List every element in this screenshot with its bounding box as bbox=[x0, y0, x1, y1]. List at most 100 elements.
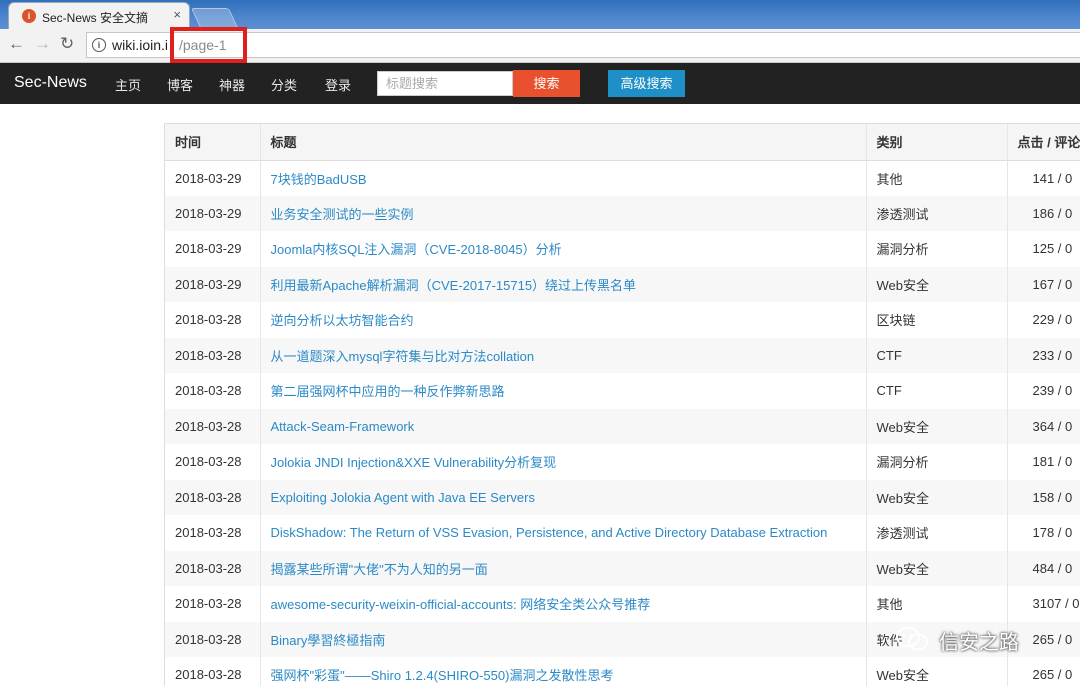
table-row: 2018-03-28 从一道题深入mysql字符集与比对方法collation CT… bbox=[165, 337, 1080, 373]
table-row: 2018-03-29 利用最新Apache解析漏洞（CVE-2017-15715）… bbox=[165, 266, 1080, 302]
row-title-link[interactable]: 强网杯"彩蛋"——Shiro 1.2.4(SHIRO-550)漏洞之发散性思考 bbox=[271, 668, 614, 683]
row-clicks: 229 / 0 bbox=[1007, 302, 1080, 338]
forward-arrow-icon[interactable]: → bbox=[34, 34, 51, 54]
row-title-link[interactable]: Binary學習終極指南 bbox=[271, 633, 386, 648]
table-header-row: 时间 标题 类别 点击 / 评论 bbox=[165, 124, 1080, 161]
row-title-cell: DiskShadow: The Return of VSS Evasion, P… bbox=[260, 515, 867, 551]
row-date: 2018-03-28 bbox=[165, 479, 261, 515]
row-title-cell: Attack-Seam-Framework bbox=[260, 408, 867, 444]
browser-tab[interactable]: i Sec-News 安全文摘 × bbox=[8, 2, 190, 29]
row-title-cell: awesome-security-weixin-official-account… bbox=[260, 586, 867, 622]
url-host: wiki.ioin.i bbox=[112, 37, 169, 53]
row-category: CTF bbox=[866, 373, 1008, 409]
reload-icon[interactable]: ↻ bbox=[60, 34, 74, 54]
row-clicks: 233 / 0 bbox=[1007, 337, 1080, 373]
table-row: 2018-03-29 7块钱的BadUSB 其他 141 / 0 bbox=[165, 160, 1080, 196]
row-title-link[interactable]: 利用最新Apache解析漏洞（CVE-2017-15715）绕过上传黑名单 bbox=[271, 278, 637, 293]
browser-tabstrip: i Sec-News 安全文摘 × bbox=[0, 0, 1080, 30]
row-clicks: 158 / 0 bbox=[1007, 479, 1080, 515]
row-title-cell: 利用最新Apache解析漏洞（CVE-2017-15715）绕过上传黑名单 bbox=[260, 266, 867, 302]
row-title-cell: Jolokia JNDI Injection&XXE Vulnerability… bbox=[260, 444, 867, 480]
tab-close-icon[interactable]: × bbox=[173, 7, 181, 22]
row-category: Web安全 bbox=[866, 408, 1008, 444]
row-title-link[interactable]: 7块钱的BadUSB bbox=[271, 172, 367, 187]
site-favicon-icon: i bbox=[22, 9, 36, 23]
row-category: 渗透测试 bbox=[866, 515, 1008, 551]
row-clicks: 181 / 0 bbox=[1007, 444, 1080, 480]
row-title-link[interactable]: 揭露某些所谓"大佬"不为人知的另一面 bbox=[271, 562, 488, 577]
row-date: 2018-03-28 bbox=[165, 515, 261, 551]
nav-link-tools[interactable]: 神器 bbox=[219, 75, 245, 94]
title-search-input[interactable] bbox=[377, 71, 513, 96]
url-highlight-box bbox=[170, 27, 247, 63]
nav-link-login[interactable]: 登录 bbox=[325, 75, 351, 94]
row-title-link[interactable]: 第二届强网杯中应用的一种反作弊新思路 bbox=[271, 384, 505, 399]
row-title-cell: 强网杯"彩蛋"——Shiro 1.2.4(SHIRO-550)漏洞之发散性思考 bbox=[260, 657, 867, 686]
row-category: 渗透测试 bbox=[866, 195, 1008, 231]
row-title-cell: 从一道题深入mysql字符集与比对方法collation bbox=[260, 337, 867, 373]
nav-link-home[interactable]: 主页 bbox=[115, 75, 141, 94]
info-icon[interactable]: i bbox=[92, 38, 106, 52]
row-category: CTF bbox=[866, 337, 1008, 373]
row-category: 漏洞分析 bbox=[866, 231, 1008, 267]
site-brand[interactable]: Sec-News bbox=[14, 74, 87, 92]
row-category: Web安全 bbox=[866, 266, 1008, 302]
table-row: 2018-03-28 DiskShadow: The Return of VSS … bbox=[165, 515, 1080, 551]
table-row: 2018-03-28 Exploiting Jolokia Agent with … bbox=[165, 479, 1080, 515]
watermark-text: 信安之路 bbox=[939, 632, 1019, 654]
table-row: 2018-03-28 Jolokia JNDI Injection&XXE Vul… bbox=[165, 444, 1080, 480]
watermark: 信安之路 bbox=[895, 624, 1055, 656]
row-date: 2018-03-28 bbox=[165, 373, 261, 409]
row-category: 其他 bbox=[866, 586, 1008, 622]
row-title-link[interactable]: 业务安全测试的一些实例 bbox=[271, 207, 414, 222]
row-category: 漏洞分析 bbox=[866, 444, 1008, 480]
advanced-search-button[interactable]: 高级搜索 bbox=[608, 70, 685, 97]
row-title-link[interactable]: Exploiting Jolokia Agent with Java EE Se… bbox=[271, 490, 535, 505]
row-clicks: 364 / 0 bbox=[1007, 408, 1080, 444]
row-date: 2018-03-28 bbox=[165, 586, 261, 622]
row-date: 2018-03-29 bbox=[165, 231, 261, 267]
row-date: 2018-03-28 bbox=[165, 337, 261, 373]
row-title-link[interactable]: Joomla内核SQL注入漏洞（CVE-2018-8045）分析 bbox=[271, 242, 562, 257]
table-row: 2018-03-28 逆向分析以太坊智能合约 区块链 229 / 0 bbox=[165, 302, 1080, 338]
table-row: 2018-03-28 揭露某些所谓"大佬"不为人知的另一面 Web安全 484 / 0 bbox=[165, 550, 1080, 586]
row-clicks: 167 / 0 bbox=[1007, 266, 1080, 302]
row-date: 2018-03-28 bbox=[165, 444, 261, 480]
nav-link-blog[interactable]: 博客 bbox=[167, 75, 193, 94]
site-navbar: Sec-News 主页 博客 神器 分类 登录 搜索 高级搜索 bbox=[0, 63, 1080, 104]
row-date: 2018-03-28 bbox=[165, 550, 261, 586]
row-title-link[interactable]: Attack-Seam-Framework bbox=[271, 419, 415, 434]
row-category: Web安全 bbox=[866, 657, 1008, 686]
articles-table-container: 时间 标题 类别 点击 / 评论 2018-03-29 7块钱的BadUSB 其他 1… bbox=[164, 123, 1080, 686]
row-clicks: 178 / 0 bbox=[1007, 515, 1080, 551]
row-clicks: 141 / 0 bbox=[1007, 160, 1080, 196]
header-date: 时间 bbox=[165, 124, 261, 161]
row-title-link[interactable]: Jolokia JNDI Injection&XXE Vulnerability… bbox=[271, 455, 557, 470]
row-date: 2018-03-29 bbox=[165, 195, 261, 231]
row-title-link[interactable]: awesome-security-weixin-official-account… bbox=[271, 597, 651, 612]
row-category: 其他 bbox=[866, 160, 1008, 196]
row-title-cell: 7块钱的BadUSB bbox=[260, 160, 867, 196]
row-date: 2018-03-29 bbox=[165, 160, 261, 196]
row-title-link[interactable]: 从一道题深入mysql字符集与比对方法collation bbox=[271, 349, 535, 364]
header-title: 标题 bbox=[260, 124, 867, 161]
row-title-cell: Joomla内核SQL注入漏洞（CVE-2018-8045）分析 bbox=[260, 231, 867, 267]
row-title-link[interactable]: DiskShadow: The Return of VSS Evasion, P… bbox=[271, 525, 828, 540]
row-title-cell: Binary學習終極指南 bbox=[260, 621, 867, 657]
browser-toolbar: ← → ↻ i wiki.ioin.i /page-1 bbox=[0, 29, 1080, 63]
row-clicks: 125 / 0 bbox=[1007, 231, 1080, 267]
row-clicks: 239 / 0 bbox=[1007, 373, 1080, 409]
row-date: 2018-03-28 bbox=[165, 408, 261, 444]
row-clicks: 3107 / 0 bbox=[1007, 586, 1080, 622]
back-arrow-icon[interactable]: ← bbox=[8, 34, 25, 54]
row-title-link[interactable]: 逆向分析以太坊智能合约 bbox=[271, 313, 414, 328]
row-clicks: 265 / 0 bbox=[1007, 657, 1080, 686]
table-row: 2018-03-28 Attack-Seam-Framework Web安全 364 … bbox=[165, 408, 1080, 444]
search-button[interactable]: 搜索 bbox=[513, 70, 580, 97]
row-title-cell: Exploiting Jolokia Agent with Java EE Se… bbox=[260, 479, 867, 515]
table-row: 2018-03-29 Joomla内核SQL注入漏洞（CVE-2018-8045）… bbox=[165, 231, 1080, 267]
row-category: Web安全 bbox=[866, 479, 1008, 515]
row-title-cell: 逆向分析以太坊智能合约 bbox=[260, 302, 867, 338]
row-clicks: 186 / 0 bbox=[1007, 195, 1080, 231]
nav-link-categories[interactable]: 分类 bbox=[271, 75, 297, 94]
